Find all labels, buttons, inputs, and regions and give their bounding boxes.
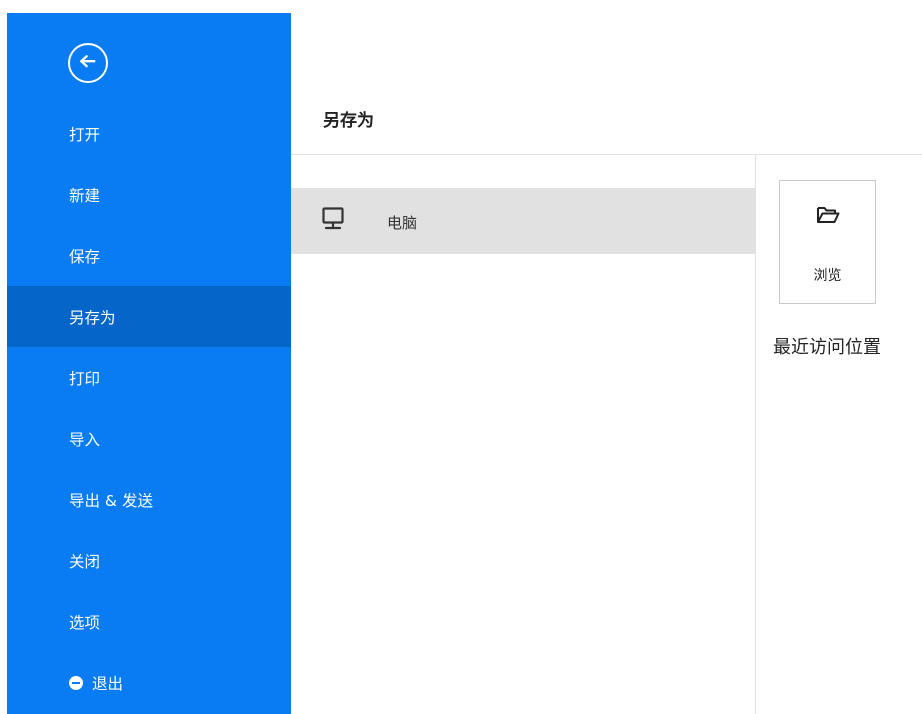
sidebar-item-label: 关闭 <box>69 552 101 571</box>
sidebar-item-label: 保存 <box>69 247 101 266</box>
sidebar-item-label: 退出 <box>92 674 124 693</box>
sidebar-item-options[interactable]: 选项 <box>7 591 291 652</box>
sidebar-menu: 打开 新建 保存 另存为 打印 导入 导出 & 发送 关闭 选项 退出 <box>7 103 291 713</box>
sidebar-item-label: 打印 <box>69 369 101 388</box>
sidebar-item-exit[interactable]: 退出 <box>7 652 291 713</box>
sidebar-item-new[interactable]: 新建 <box>7 164 291 225</box>
sidebar-item-open[interactable]: 打开 <box>7 103 291 164</box>
sidebar: 打开 新建 保存 另存为 打印 导入 导出 & 发送 关闭 选项 退出 <box>7 13 291 714</box>
sidebar-item-label: 导出 & 发送 <box>69 491 153 510</box>
sidebar-item-label: 导入 <box>69 430 101 449</box>
sidebar-item-close[interactable]: 关闭 <box>7 530 291 591</box>
recent-locations-heading: 最近访问位置 <box>773 337 881 358</box>
back-arrow-icon <box>80 55 96 68</box>
column-divider <box>755 155 756 714</box>
sidebar-item-export-send[interactable]: 导出 & 发送 <box>7 469 291 530</box>
sidebar-item-print[interactable]: 打印 <box>7 347 291 408</box>
sidebar-item-label: 新建 <box>69 186 101 205</box>
location-item-computer[interactable]: 电脑 <box>291 188 755 254</box>
browse-button[interactable]: 浏览 <box>779 180 876 304</box>
title-divider <box>291 154 922 155</box>
page-title: 另存为 <box>323 111 374 131</box>
sidebar-item-label: 选项 <box>69 613 101 632</box>
sidebar-item-save[interactable]: 保存 <box>7 225 291 286</box>
back-button[interactable] <box>68 43 108 83</box>
folder-open-icon <box>817 207 840 223</box>
computer-icon <box>322 207 344 230</box>
backstage-view: 打开 新建 保存 另存为 打印 导入 导出 & 发送 关闭 选项 退出 另存为 … <box>0 0 922 714</box>
sidebar-item-import[interactable]: 导入 <box>7 408 291 469</box>
sidebar-item-label: 打开 <box>69 125 101 144</box>
location-label: 电脑 <box>387 214 418 232</box>
minus-circle-icon <box>69 675 83 690</box>
browse-label: 浏览 <box>813 268 842 284</box>
sidebar-item-save-as[interactable]: 另存为 <box>7 286 291 347</box>
sidebar-item-label: 另存为 <box>69 308 116 327</box>
